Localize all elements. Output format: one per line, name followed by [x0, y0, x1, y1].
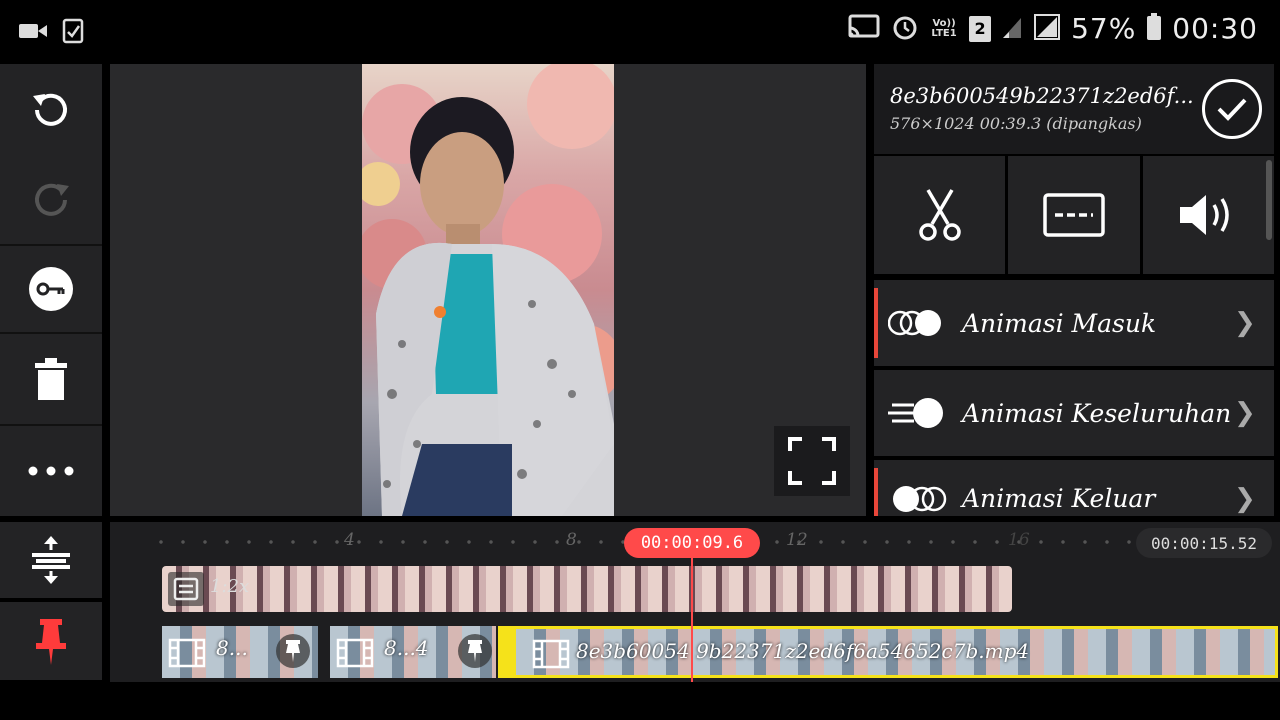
- status-bar: Vo)) LTE1 2 57% 00:30: [0, 0, 1280, 60]
- overlay-speed-label: 1:2x: [210, 576, 250, 597]
- timeline[interactable]: 4 8 12 16 00:00:09.6 00:00:15.52 1:2x 8.…: [110, 522, 1280, 682]
- video-camera-icon: [18, 20, 48, 46]
- clip-tools: [874, 156, 1274, 274]
- clip-details: 576×1024 00:39.3 (dipangkas): [890, 114, 1142, 133]
- clip-label: 8e3b60054 9b22371z2ed6f6a54652c7b.mp4: [576, 639, 1030, 663]
- layer-icon: [168, 572, 204, 606]
- pin-icon: [36, 619, 66, 665]
- scissors-icon: [918, 189, 961, 241]
- expand-tracks-icon: [32, 536, 70, 584]
- menu-label: Animasi Keseluruhan: [962, 398, 1232, 428]
- film-icon: [532, 639, 570, 669]
- animation-overall-icon: [888, 396, 948, 430]
- trash-icon: [35, 358, 67, 400]
- panel-scrollbar[interactable]: [1266, 160, 1272, 240]
- video-preview[interactable]: [110, 64, 866, 516]
- current-time-badge: 00:00:09.6: [624, 528, 760, 558]
- confirm-button[interactable]: [1202, 79, 1262, 139]
- clock: 00:30: [1172, 12, 1258, 45]
- keyframe-button[interactable]: [0, 246, 102, 332]
- total-duration: 00:00:15.52: [1136, 528, 1272, 558]
- animation-in-icon: [888, 308, 948, 338]
- more-dots-icon: [28, 466, 74, 476]
- transition-pin-icon[interactable]: [458, 634, 492, 668]
- split-button[interactable]: [874, 156, 1006, 274]
- task-check-icon: [62, 18, 84, 48]
- redo-button[interactable]: [0, 152, 102, 244]
- more-button[interactable]: [0, 426, 102, 516]
- menu-accent-bar: [874, 288, 878, 358]
- pin-button[interactable]: [0, 602, 102, 680]
- ruler-mark: 16: [1008, 530, 1030, 550]
- ruler-mark: 12: [786, 530, 808, 550]
- clip-name: 8e3b600549b22371z2ed6f...: [890, 84, 1194, 108]
- video-frame: [362, 64, 614, 516]
- undo-button[interactable]: [0, 64, 102, 152]
- fullscreen-icon: [788, 437, 836, 485]
- signal-weak-icon: [1001, 14, 1023, 44]
- ruler-mark: 8: [566, 530, 577, 550]
- film-icon: [336, 638, 374, 668]
- clip-1[interactable]: 8...: [162, 626, 318, 678]
- clip-3-selected[interactable]: 8e3b60054 9b22371z2ed6f6a54652c7b.mp4: [498, 626, 1278, 678]
- clip-2[interactable]: 8...4: [330, 626, 496, 678]
- transition-pin-icon[interactable]: [276, 634, 310, 668]
- cast-icon: [847, 14, 881, 44]
- chevron-right-icon: ❯: [1234, 398, 1256, 428]
- sim-label: 2: [974, 19, 986, 38]
- menu-label: Animasi Masuk: [962, 308, 1157, 338]
- clip-info-header: 8e3b600549b22371z2ed6f... 576×1024 00:39…: [874, 64, 1274, 154]
- video-person-image: [362, 64, 614, 516]
- left-toolbar: [0, 64, 102, 516]
- key-icon: [29, 267, 73, 311]
- chevron-right-icon: ❯: [1234, 308, 1256, 338]
- volume-button[interactable]: [1142, 156, 1274, 274]
- menu-label: Animasi Keluar: [962, 484, 1156, 513]
- timeline-expand-button[interactable]: [0, 522, 102, 598]
- animation-out-icon: [888, 484, 948, 514]
- menu-accent-bar: [874, 468, 878, 516]
- fullscreen-button[interactable]: [774, 426, 850, 496]
- check-icon: [1217, 98, 1247, 121]
- clip-label: 8...: [216, 636, 248, 660]
- battery-percent: 57%: [1071, 12, 1137, 45]
- caption-button[interactable]: [1008, 156, 1140, 274]
- chevron-right-icon: ❯: [1234, 484, 1256, 514]
- film-icon: [168, 638, 206, 668]
- sim-2-icon: 2: [969, 15, 992, 42]
- undo-icon: [33, 93, 67, 126]
- playhead[interactable]: [691, 558, 693, 682]
- clip-label: 8...4: [384, 636, 429, 660]
- delete-button[interactable]: [0, 334, 102, 424]
- volte-label: Vo)) LTE1: [931, 17, 957, 39]
- speaker-icon: [1180, 195, 1230, 235]
- ruler-mark: 4: [344, 530, 355, 550]
- timeline-controls: [0, 522, 102, 680]
- redo-icon: [35, 183, 69, 216]
- signal-strong-icon: [1033, 13, 1061, 45]
- menu-item-animasi-keluar[interactable]: Animasi Keluar ❯: [874, 460, 1274, 516]
- battery-icon: [1146, 12, 1162, 45]
- subtitle-icon: [1043, 193, 1105, 237]
- alarm-icon: [891, 13, 919, 45]
- menu-item-animasi-masuk[interactable]: Animasi Masuk ❯: [874, 280, 1274, 366]
- menu-item-animasi-keseluruhan[interactable]: Animasi Keseluruhan ❯: [874, 370, 1274, 456]
- kinemaster-editor: Vo)) LTE1 2 57% 00:30 8e3b600549b22371z2…: [0, 0, 1280, 720]
- overlay-layer-track[interactable]: 1:2x: [162, 566, 1012, 612]
